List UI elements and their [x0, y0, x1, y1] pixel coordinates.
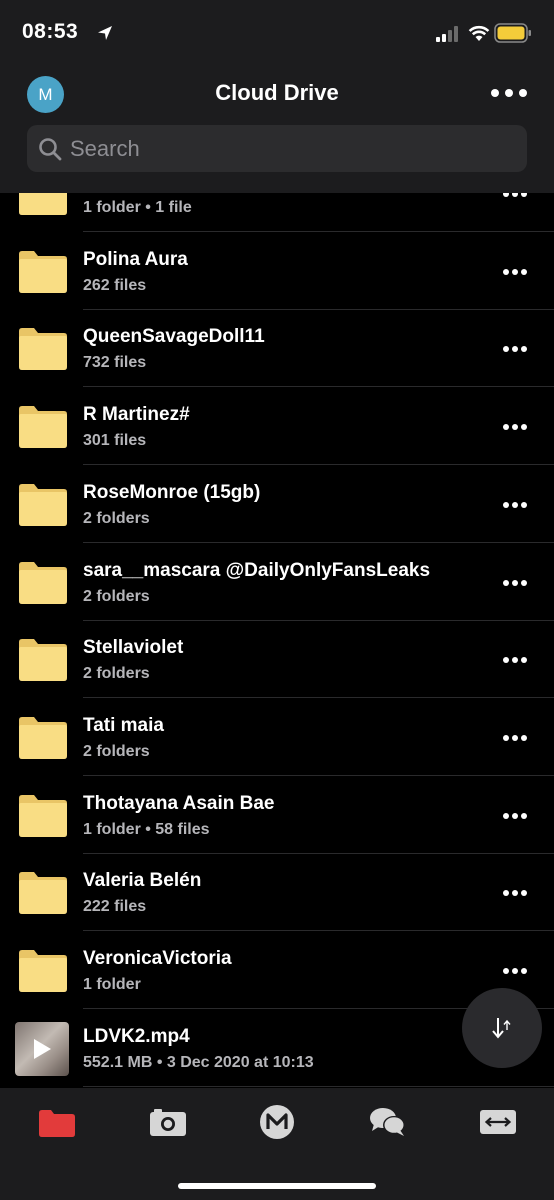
tab-cloud-drive[interactable]	[37, 1104, 77, 1140]
battery-icon	[494, 23, 531, 43]
item-name: Tati maia	[83, 714, 164, 736]
search-input[interactable]: Search	[27, 125, 527, 172]
item-meta: 301 files	[83, 432, 147, 450]
tab-home[interactable]	[257, 1104, 297, 1140]
item-name: QueenSavageDoll11	[83, 326, 265, 348]
item-name: RoseMonroe (15gb)	[83, 481, 261, 503]
folder-icon	[19, 639, 67, 682]
item-meta: 2 folders	[83, 587, 150, 605]
folder-icon	[19, 328, 67, 371]
location-arrow-icon	[98, 26, 112, 40]
item-name: R Martinez#	[83, 404, 190, 426]
folder-icon	[19, 950, 67, 992]
page-title: Cloud Drive	[215, 80, 339, 105]
folder-row[interactable]: QueenSavageDoll11 732 files	[0, 309, 554, 388]
status-bar: 08:53	[0, 0, 554, 66]
item-name: sara__mascara @DailyOnlyFansLeaks	[83, 559, 431, 581]
folder-row[interactable]: Tati maia 2 folders	[0, 698, 554, 776]
item-meta: 2 folders	[83, 665, 150, 683]
item-meta: 1 folder	[83, 976, 141, 993]
folder-row[interactable]: Polina Aura 262 files	[0, 232, 554, 310]
item-meta: 262 files	[83, 276, 147, 294]
folder-icon	[19, 193, 67, 215]
folder-icon	[19, 250, 67, 293]
more-icon[interactable]	[502, 734, 528, 742]
more-icon[interactable]	[502, 501, 528, 509]
folder-icon	[19, 794, 67, 837]
tab-transfers[interactable]	[478, 1104, 518, 1140]
more-icon[interactable]	[502, 193, 528, 198]
more-icon[interactable]	[502, 423, 528, 431]
tab-camera-uploads[interactable]	[148, 1104, 188, 1140]
row-divider	[83, 1085, 554, 1087]
item-name: Stellaviolet	[83, 637, 184, 659]
folder-row[interactable]: R Martinez# 301 files	[0, 387, 554, 466]
more-icon[interactable]	[502, 889, 528, 897]
folder-row[interactable]: sara__mascara @DailyOnlyFansLeaks 2 folde…	[0, 543, 554, 621]
more-icon[interactable]	[502, 268, 528, 276]
folder-row[interactable]: 1 folder • 1 file	[0, 193, 554, 232]
folder-row[interactable]: Stellaviolet 2 folders	[0, 620, 554, 699]
video-thumbnail	[15, 1021, 69, 1076]
more-icon[interactable]	[502, 967, 528, 975]
item-name: Valeria Belén	[83, 870, 202, 892]
folder-icon	[19, 406, 67, 449]
folder-row[interactable]: RoseMonroe (15gb) 2 folders	[0, 465, 554, 543]
folder-icon	[19, 483, 67, 526]
item-name: VeronicaVictoria	[83, 948, 232, 969]
more-icon[interactable]	[502, 345, 528, 353]
more-icon[interactable]	[502, 812, 528, 820]
wifi-icon	[468, 25, 490, 41]
item-meta: 222 files	[83, 898, 147, 916]
sort-icon	[492, 1018, 511, 1039]
item-meta: 2 folders	[83, 509, 150, 527]
item-meta: 1 folder • 58 files	[83, 820, 210, 838]
search-icon	[39, 138, 62, 161]
play-icon	[34, 1038, 51, 1059]
search-placeholder: Search	[70, 136, 140, 161]
folder-row[interactable]: Valeria Belén 222 files	[0, 853, 554, 932]
status-time: 08:53	[22, 20, 79, 43]
item-name: Polina Aura	[83, 248, 188, 270]
folder-row[interactable]: Thotayana Asain Bae 1 folder • 58 files	[0, 776, 554, 854]
sort-button[interactable]	[462, 988, 542, 1068]
tab-chat[interactable]	[368, 1104, 408, 1140]
home-indicator	[178, 1183, 376, 1189]
item-meta: 1 folder • 1 file	[83, 199, 192, 216]
item-name: Thotayana Asain Bae	[83, 792, 275, 814]
folder-icon	[19, 561, 67, 604]
item-meta: 732 files	[83, 354, 147, 372]
item-meta: 552.1 MB • 3 Dec 2020 at 10:13	[83, 1053, 314, 1071]
header: 08:53 M Cloud Drive Search	[0, 0, 554, 193]
more-icon[interactable]	[502, 656, 528, 664]
item-name: LDVK2.mp4	[83, 1025, 190, 1047]
item-meta: 2 folders	[83, 742, 150, 760]
more-options-icon[interactable]	[490, 84, 528, 102]
file-list[interactable]: 1 folder • 1 file Polina Aura 262 files Que…	[0, 193, 554, 1088]
cellular-signal-icon	[436, 26, 458, 42]
more-icon[interactable]	[502, 579, 528, 587]
folder-icon	[19, 872, 67, 915]
folder-icon	[19, 716, 67, 759]
folder-row[interactable]: VeronicaVictoria 1 folder	[0, 931, 554, 1009]
